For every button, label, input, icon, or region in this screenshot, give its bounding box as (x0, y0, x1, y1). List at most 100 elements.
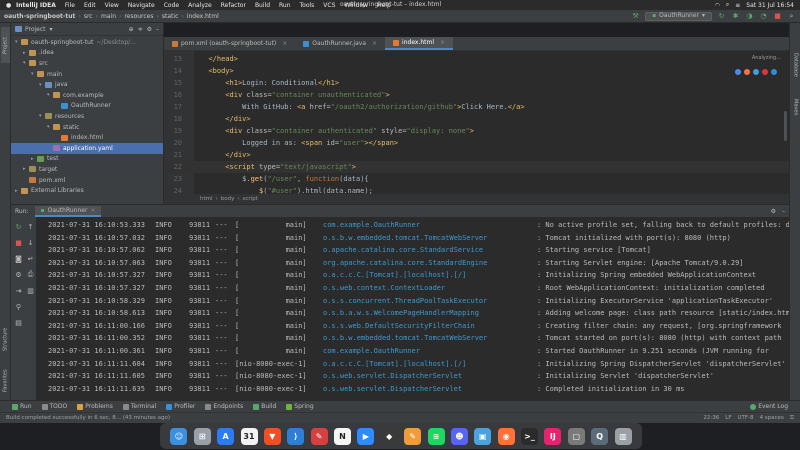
pages-icon[interactable]: ✎ (404, 427, 422, 445)
notion-icon[interactable]: N (334, 427, 351, 445)
tree-item[interactable]: application.yaml (11, 142, 163, 154)
launchpad-icon[interactable]: ⊞ (193, 427, 211, 445)
close-icon[interactable]: × (440, 39, 445, 46)
breadcrumb-resources[interactable]: resources (124, 13, 153, 20)
code-line[interactable]: 23 $.get("/user", function(data){ (164, 173, 789, 185)
tree-item[interactable]: OauthRunner (11, 101, 163, 112)
soft-wrap-icon[interactable]: ↵ (26, 254, 35, 263)
spotify-icon[interactable]: ≋ (427, 427, 445, 445)
editor-crumb-script[interactable]: script (243, 196, 258, 202)
menu-vcs[interactable]: VCS (323, 2, 335, 9)
scroll-up-icon[interactable]: ↑ (26, 222, 35, 231)
tool-tab-problems[interactable]: Problems (77, 403, 113, 410)
menu-refactor[interactable]: Refactor (221, 2, 246, 9)
camera-icon[interactable]: ◙ (14, 254, 23, 263)
screenshot-icon[interactable]: ▢ (567, 427, 585, 445)
code-line[interactable]: 14 <body> (164, 65, 789, 77)
exit-icon[interactable]: ⇥ (14, 286, 23, 295)
bear-icon[interactable]: ✎ (310, 427, 328, 445)
opera-icon[interactable] (762, 69, 768, 75)
menu-view[interactable]: View (105, 2, 119, 9)
project-tool-tab[interactable]: Project (1, 27, 10, 63)
menu-analyze[interactable]: Analyze (188, 2, 212, 9)
minimize-icon[interactable]: – (156, 26, 159, 33)
pin-icon[interactable]: ⚲ (14, 302, 23, 311)
code-editor[interactable]: 13 </head> 14 <body> 15 <h1>Login: Conditi… (164, 51, 789, 194)
editor-tab[interactable]: OauthRunner.java × (295, 37, 385, 50)
quicktime-icon[interactable]: Q (591, 427, 609, 445)
app-store-icon[interactable]: A (217, 427, 235, 445)
close-icon[interactable]: × (372, 40, 377, 47)
tree-item[interactable]: ▾ main (11, 69, 163, 80)
tree-item[interactable]: index.html (11, 132, 163, 143)
event-log-tab[interactable]: Event Log (750, 403, 788, 410)
run-console[interactable]: 2021-07-31 16:10:53.333 INFO 93811 --- [ mai… (37, 217, 789, 400)
tree-item[interactable]: ▸ External Libraries (11, 185, 163, 196)
rerun-icon[interactable]: ↻ (717, 12, 726, 21)
settings-icon[interactable]: ⚙ (14, 270, 23, 279)
stop-icon[interactable]: ■ (14, 238, 23, 247)
menu-code[interactable]: Code (164, 2, 179, 9)
tool-tab-profiler[interactable]: Profiler (166, 403, 195, 410)
tool-tab-spring[interactable]: Spring (286, 403, 314, 410)
vscode-icon[interactable]: ⟩ (287, 427, 305, 445)
edge-icon[interactable] (771, 69, 777, 75)
code-line[interactable]: 24 $("#user").html(data.name); (164, 185, 789, 194)
close-icon[interactable]: × (90, 207, 95, 214)
code-line[interactable]: 19 <div class="container authenticated" … (164, 125, 789, 137)
tree-item[interactable]: ▸ test (11, 154, 163, 165)
tree-item[interactable]: ▸ target (11, 164, 163, 175)
code-line[interactable]: 20 Logged in as: <span id="user"></span> (164, 137, 789, 149)
menu-edit[interactable]: Edit (84, 2, 96, 9)
run-tab-oauthrunner[interactable]: ▪ OauthRunner × (34, 205, 102, 217)
tree-item[interactable]: ▾ oauth-springboot-tut ~/Desktop/... (11, 37, 163, 48)
hammer-icon[interactable]: ⚒ (631, 12, 640, 21)
menu-clock[interactable]: Sat 31 Jul 16:54 (746, 2, 794, 9)
locate-icon[interactable]: ⊕ (129, 26, 134, 33)
status-message[interactable]: Build completed successfully in 6 sec, 8… (6, 415, 170, 421)
tree-item[interactable]: pom.xml (11, 175, 163, 186)
indent-setting[interactable]: 4 spaces (760, 415, 784, 422)
breadcrumb-static[interactable]: static (162, 13, 178, 20)
menu-file[interactable]: File (65, 2, 75, 9)
intellij-icon[interactable]: IJ (544, 427, 562, 445)
database-tool-tab[interactable]: Database (791, 45, 800, 85)
firefox-icon[interactable] (744, 69, 750, 75)
coverage-icon[interactable]: ◑ (745, 12, 754, 21)
trash-icon[interactable]: ▥ (26, 286, 35, 295)
terminal-icon[interactable]: >_ (521, 427, 538, 445)
tool-tab-run[interactable]: Run (12, 403, 32, 410)
line-separator[interactable]: LF (725, 415, 731, 422)
editor-crumb-body[interactable]: body (221, 196, 235, 202)
menu-run[interactable]: Run (279, 2, 291, 9)
editor-crumb-html[interactable]: html (200, 196, 213, 202)
gear-icon[interactable]: ⚙ (771, 208, 776, 215)
code-line[interactable]: 15 <h1>Login: Conditional</h1> (164, 77, 789, 89)
wifi-icon[interactable]: ◠ (715, 2, 720, 9)
apple-icon[interactable]: ● (6, 2, 16, 9)
print-icon[interactable]: ⎙ (26, 270, 35, 279)
close-icon[interactable]: × (282, 40, 287, 47)
search-icon[interactable]: ⌕ (726, 1, 729, 9)
stop-icon[interactable]: ■ (773, 12, 782, 21)
menu-app-name[interactable]: IntelliJ IDEA (16, 2, 56, 9)
breadcrumb-file[interactable]: index.html (187, 13, 219, 20)
control-center-icon[interactable]: ≡ (735, 2, 740, 9)
tree-item[interactable]: ▾ src (11, 58, 163, 69)
code-line[interactable]: 16 <div class="container unauthenticated… (164, 89, 789, 101)
cursor-position[interactable]: 22:36 (703, 415, 719, 422)
menu-navigate[interactable]: Navigate (128, 2, 155, 9)
code-line[interactable]: 22 <script type="text/javascript"> (164, 161, 789, 173)
tree-item[interactable]: ▸ .idea (11, 48, 163, 59)
menu-tools[interactable]: Tools (300, 2, 315, 9)
trash-icon[interactable]: ▥ (614, 427, 632, 445)
file-encoding[interactable]: UTF-8 (738, 415, 754, 422)
tree-item[interactable]: ▾ com.example (11, 90, 163, 101)
structure-tool-tab[interactable]: Structure (1, 319, 10, 359)
finder-icon[interactable]: ☺ (170, 427, 188, 445)
scroll-down-icon[interactable]: ↓ (26, 238, 35, 247)
firefox-icon[interactable]: ◉ (497, 427, 515, 445)
debug-icon[interactable]: ✱ (731, 12, 740, 21)
breadcrumb-project[interactable]: oauth-springboot-tut (4, 13, 75, 20)
code-line[interactable]: 18 </div> (164, 113, 789, 125)
